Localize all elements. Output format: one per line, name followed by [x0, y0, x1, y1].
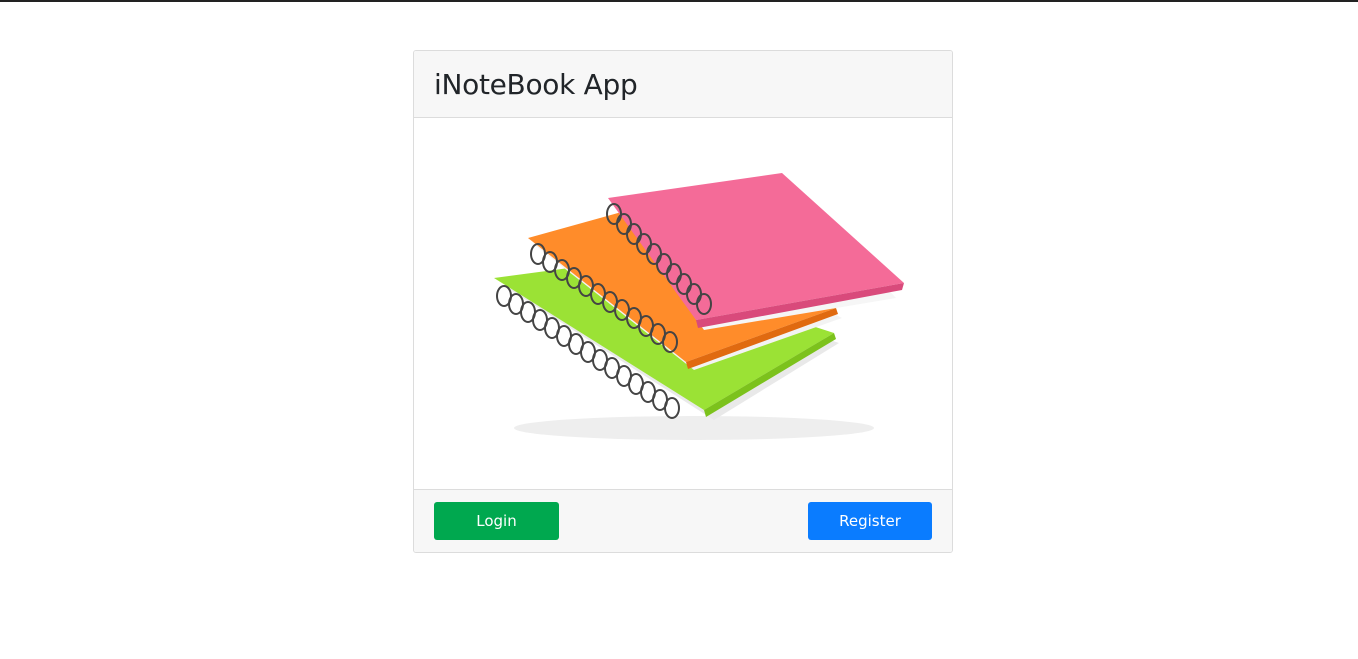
- notebooks-image: [494, 173, 904, 440]
- register-button[interactable]: Register: [808, 502, 932, 540]
- card-header: iNoteBook App: [414, 51, 952, 118]
- app-card: iNoteBook App Login Register: [413, 50, 953, 553]
- card-body: [414, 118, 952, 489]
- page-title: iNoteBook App: [434, 67, 638, 101]
- card-footer: Login Register: [414, 489, 952, 552]
- login-button[interactable]: Login: [434, 502, 559, 540]
